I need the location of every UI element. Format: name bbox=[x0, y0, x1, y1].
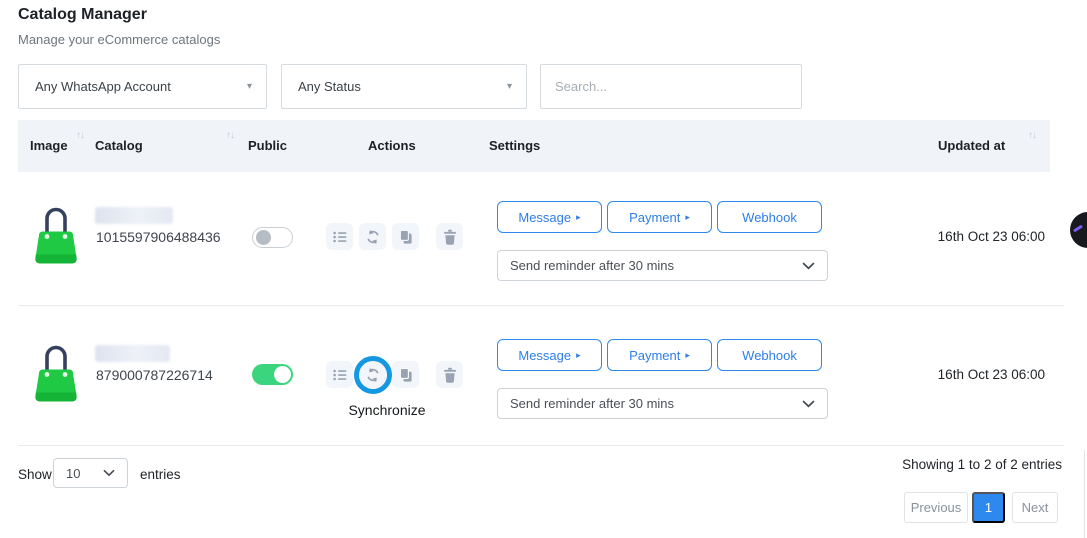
column-header-catalog[interactable]: Catalog bbox=[95, 120, 143, 172]
payment-settings-label: Payment bbox=[629, 210, 680, 225]
sort-icon: ↑↓ bbox=[76, 130, 84, 141]
right-edge-divider bbox=[1084, 450, 1085, 538]
column-header-actions: Actions bbox=[368, 120, 416, 172]
public-toggle[interactable] bbox=[252, 227, 293, 248]
chevron-down-icon bbox=[103, 469, 115, 477]
catalog-image bbox=[30, 341, 82, 404]
table-header-band: Image ↑↓ Catalog ↑↓ Public Actions Setti… bbox=[18, 120, 1050, 172]
whatsapp-account-filter-value: Any WhatsApp Account bbox=[35, 79, 171, 94]
synchronize-button[interactable] bbox=[359, 223, 386, 250]
whatsapp-account-filter-select[interactable]: Any WhatsApp Account ▾ bbox=[18, 64, 267, 109]
page-size-value: 10 bbox=[66, 466, 80, 481]
trash-icon bbox=[442, 229, 458, 245]
catalog-id: 1015597906488436 bbox=[96, 229, 221, 245]
toggle-knob bbox=[256, 230, 271, 245]
column-header-settings: Settings bbox=[489, 120, 540, 172]
page-1-button[interactable]: 1 bbox=[972, 492, 1005, 523]
public-toggle[interactable] bbox=[252, 364, 293, 385]
page-size-select[interactable]: 10 bbox=[53, 458, 128, 488]
toggle-knob bbox=[274, 366, 291, 383]
delete-button[interactable] bbox=[436, 223, 463, 250]
catalog-name-redacted bbox=[95, 345, 170, 362]
submenu-caret-icon: ▸ bbox=[576, 212, 581, 223]
reminder-select-value: Send reminder after 30 mins bbox=[510, 396, 674, 411]
duplicate-button[interactable] bbox=[392, 223, 419, 250]
status-filter-select[interactable]: Any Status ▾ bbox=[281, 64, 527, 109]
delete-button[interactable] bbox=[436, 361, 463, 388]
status-filter-value: Any Status bbox=[298, 79, 361, 94]
fab-icon bbox=[1073, 225, 1083, 233]
webhook-settings-button[interactable]: Webhook bbox=[717, 339, 822, 371]
payment-settings-label: Payment bbox=[629, 348, 680, 363]
previous-page-button[interactable]: Previous bbox=[904, 492, 968, 523]
sync-icon bbox=[365, 229, 381, 245]
list-icon bbox=[332, 229, 348, 245]
chevron-down-icon: ▾ bbox=[507, 81, 512, 92]
submenu-caret-icon: ▸ bbox=[685, 350, 690, 361]
catalog-manager-page: Catalog Manager Manage your eCommerce ca… bbox=[0, 0, 1087, 538]
search-input[interactable] bbox=[540, 64, 802, 109]
page-subtitle: Manage your eCommerce catalogs bbox=[18, 32, 220, 47]
submenu-caret-icon: ▸ bbox=[576, 350, 581, 361]
message-settings-button[interactable]: Message ▸ bbox=[497, 339, 602, 371]
message-settings-button[interactable]: Message ▸ bbox=[497, 201, 602, 233]
sort-icon: ↑↓ bbox=[226, 130, 234, 141]
reminder-select[interactable]: Send reminder after 30 mins bbox=[497, 250, 828, 281]
column-header-public: Public bbox=[248, 120, 287, 172]
copy-icon bbox=[398, 367, 414, 383]
submenu-caret-icon: ▸ bbox=[685, 212, 690, 223]
updated-at-value: 16th Oct 23 06:00 bbox=[880, 367, 1045, 382]
payment-settings-button[interactable]: Payment ▸ bbox=[607, 339, 712, 371]
trash-icon bbox=[442, 367, 458, 383]
webhook-settings-label: Webhook bbox=[742, 210, 797, 225]
table-bottom-divider bbox=[18, 445, 1064, 446]
view-items-button[interactable] bbox=[326, 223, 353, 250]
column-header-updated-at[interactable]: Updated at bbox=[938, 120, 1005, 172]
entries-label: entries bbox=[140, 467, 181, 482]
sort-icon: ↑↓ bbox=[1028, 130, 1036, 141]
catalog-name-redacted bbox=[95, 207, 173, 224]
updated-at-value: 16th Oct 23 06:00 bbox=[880, 229, 1045, 244]
page-title: Catalog Manager bbox=[18, 6, 147, 24]
chevron-down-icon bbox=[802, 400, 815, 408]
pagination-summary: Showing 1 to 2 of 2 entries bbox=[850, 457, 1062, 472]
synchronize-annotation-label: Synchronize bbox=[327, 402, 447, 418]
chevron-down-icon: ▾ bbox=[247, 81, 252, 92]
duplicate-button[interactable] bbox=[392, 361, 419, 388]
synchronize-highlight-ring bbox=[354, 356, 392, 394]
reminder-select[interactable]: Send reminder after 30 mins bbox=[497, 388, 828, 419]
catalog-image bbox=[30, 203, 82, 266]
message-settings-label: Message bbox=[518, 210, 571, 225]
copy-icon bbox=[398, 229, 414, 245]
message-settings-label: Message bbox=[518, 348, 571, 363]
chevron-down-icon bbox=[802, 262, 815, 270]
view-items-button[interactable] bbox=[326, 361, 353, 388]
catalog-id: 879000787226714 bbox=[96, 367, 213, 383]
payment-settings-button[interactable]: Payment ▸ bbox=[607, 201, 712, 233]
webhook-settings-button[interactable]: Webhook bbox=[717, 201, 822, 233]
next-page-button[interactable]: Next bbox=[1012, 492, 1058, 523]
list-icon bbox=[332, 367, 348, 383]
column-header-image[interactable]: Image bbox=[30, 120, 68, 172]
show-label: Show bbox=[18, 467, 52, 482]
reminder-select-value: Send reminder after 30 mins bbox=[510, 258, 674, 273]
support-fab-button[interactable] bbox=[1070, 212, 1087, 248]
webhook-settings-label: Webhook bbox=[742, 348, 797, 363]
row-divider bbox=[18, 305, 1064, 306]
